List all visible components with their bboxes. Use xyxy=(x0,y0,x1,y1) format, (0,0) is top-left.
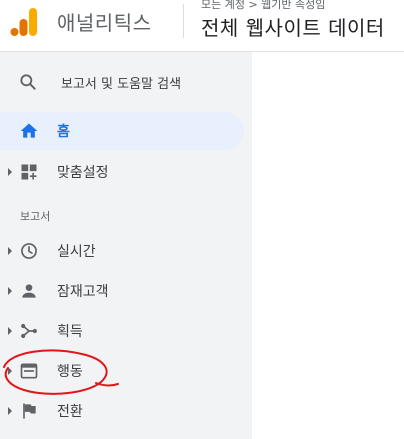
sidebar-item-label: 전환 xyxy=(57,404,83,420)
sidebar-item-label: 획득 xyxy=(57,324,83,340)
sidebar-item-conversions[interactable]: 전환 xyxy=(0,392,252,430)
clock-icon xyxy=(21,243,37,259)
analytics-logo-icon[interactable] xyxy=(10,5,38,37)
header-divider xyxy=(183,4,184,38)
flag-icon xyxy=(23,403,36,419)
search-icon xyxy=(20,74,36,90)
expand-arrow-icon[interactable] xyxy=(7,326,13,336)
expand-arrow-icon[interactable] xyxy=(7,167,13,177)
sidebar-item-acquisition[interactable]: 획득 xyxy=(0,312,252,350)
sidebar-item-realtime[interactable]: 실시간 xyxy=(0,232,252,270)
app-header: 애널리틱스 모든 계정 > 웹기반 속성임 전체 웹사이트 데이터 xyxy=(0,0,404,52)
dashboard-plus-icon xyxy=(21,164,37,180)
sidebar-item-behavior[interactable]: 행동 xyxy=(0,352,252,390)
search-label: 보고서 및 도움말 검색 xyxy=(61,77,182,92)
property-title[interactable]: 전체 웹사이트 데이터 xyxy=(201,12,385,41)
content-area xyxy=(252,52,404,439)
reports-section-heading: 보고서 xyxy=(20,210,51,223)
acquisition-icon xyxy=(21,323,37,339)
sidebar-item-customization[interactable]: 맞춤설정 xyxy=(0,153,252,191)
expand-arrow-icon[interactable] xyxy=(7,406,13,416)
sidebar-item-label: 행동 xyxy=(57,364,83,380)
home-icon xyxy=(20,123,38,138)
sidebar-item-label: 실시간 xyxy=(57,244,96,260)
behavior-icon xyxy=(20,363,38,379)
person-icon xyxy=(22,284,36,298)
sidebar-item-label: 잠재고객 xyxy=(57,284,109,300)
expand-arrow-icon[interactable] xyxy=(7,246,13,256)
product-name: 애널리틱스 xyxy=(57,11,152,35)
expand-arrow-icon[interactable] xyxy=(7,286,13,296)
account-breadcrumb[interactable]: 모든 계정 > 웹기반 속성임 xyxy=(201,0,325,12)
sidebar-item-label: 맞춤설정 xyxy=(57,165,109,181)
sidebar-item-home[interactable]: 홈 xyxy=(0,112,244,150)
report-search[interactable]: 보고서 및 도움말 검색 xyxy=(0,62,252,102)
expand-arrow-icon[interactable] xyxy=(7,366,13,376)
sidebar-item-label: 홈 xyxy=(57,124,70,140)
sidebar-item-audience[interactable]: 잠재고객 xyxy=(0,272,252,310)
sidebar: 보고서 및 도움말 검색 홈 맞춤설정 보고서 실시간 잠재고객 획득 행동 전… xyxy=(0,52,252,439)
